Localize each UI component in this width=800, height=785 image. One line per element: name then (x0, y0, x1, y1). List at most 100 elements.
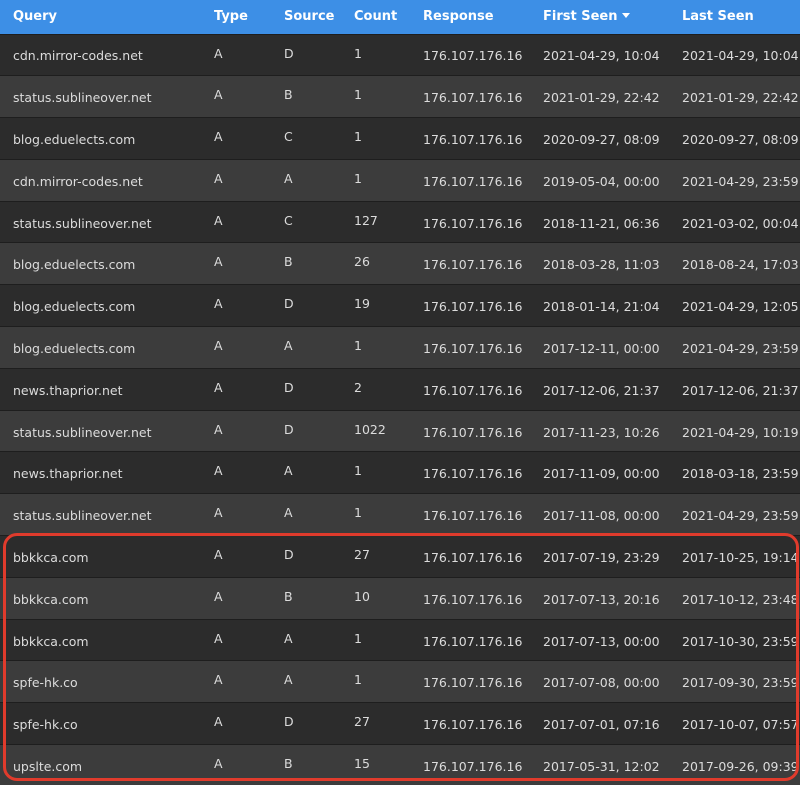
column-header-type[interactable]: Type (201, 0, 271, 34)
cell-type: A (214, 588, 223, 604)
cell-source: D (284, 379, 294, 395)
cell-type: A (214, 87, 223, 103)
cell-source: A (284, 338, 293, 354)
column-header-count[interactable]: Count (341, 0, 410, 34)
cell-first-seen: 2017-07-13, 00:00 (543, 633, 660, 649)
table-row[interactable]: cdn.mirror-codes.net A A 1 176.107.176.16 201… (0, 159, 800, 202)
cell-type: A (214, 170, 223, 186)
column-header-query[interactable]: Query (0, 0, 201, 34)
cell-response: 176.107.176.16 (423, 299, 523, 315)
cell-source: B (284, 87, 293, 103)
cell-response: 176.107.176.16 (423, 48, 523, 64)
cell-source: A (284, 672, 293, 688)
cell-count: 27 (354, 547, 370, 563)
cell-last-seen: 2017-12-06, 21:37 (682, 382, 799, 398)
cell-type: A (214, 254, 223, 270)
cell-type: A (214, 129, 223, 145)
cell-first-seen: 2021-04-29, 10:04 (543, 48, 660, 64)
cell-query: cdn.mirror-codes.net (13, 48, 143, 64)
table-row[interactable]: blog.eduelects.com A B 26 176.107.176.16 2018… (0, 242, 800, 285)
cell-first-seen: 2017-11-08, 00:00 (543, 508, 660, 524)
table-row[interactable]: status.sublineover.net A C 127 176.107.176.1… (0, 201, 800, 243)
table-row[interactable]: spfe-hk.co A A 1 176.107.176.16 2017-07-08, 0… (0, 660, 800, 703)
cell-query: status.sublineover.net (13, 424, 152, 440)
cell-count: 1 (354, 672, 362, 688)
cell-count: 2 (354, 379, 362, 395)
cell-last-seen: 2017-09-26, 09:39 (682, 759, 799, 775)
cell-type: A (214, 463, 223, 479)
cell-count: 1 (354, 630, 362, 646)
cell-source: A (284, 463, 293, 479)
column-header-source[interactable]: Source (271, 0, 341, 34)
column-header-first-seen[interactable]: First Seen (530, 0, 669, 34)
cell-source: A (284, 170, 293, 186)
cell-last-seen: 2017-10-30, 23:59 (682, 633, 799, 649)
column-header-label: Type (214, 9, 248, 25)
cell-response: 176.107.176.16 (423, 466, 523, 482)
column-header-response[interactable]: Response (410, 0, 530, 34)
cell-response: 176.107.176.16 (423, 424, 523, 440)
cell-first-seen: 2018-01-14, 21:04 (543, 299, 660, 315)
cell-source: C (284, 212, 293, 228)
table-row[interactable]: news.thaprior.net A D 2 176.107.176.16 2017-1… (0, 368, 800, 411)
cell-query: upslte.com (13, 759, 83, 775)
table-row[interactable]: bbkkca.com A B 10 176.107.176.16 2017-07-13, … (0, 577, 800, 620)
cell-source: A (284, 630, 293, 646)
cell-first-seen: 2017-07-08, 00:00 (543, 675, 660, 691)
cell-last-seen: 2021-03-02, 00:04 (682, 215, 799, 231)
cell-response: 176.107.176.16 (423, 90, 523, 106)
cell-first-seen: 2017-07-01, 07:16 (543, 717, 660, 733)
cell-type: A (214, 714, 223, 730)
column-header-last-seen[interactable]: Last Seen (669, 0, 800, 34)
cell-source: A (284, 505, 293, 521)
table-row[interactable]: bbkkca.com A A 1 176.107.176.16 2017-07-13, 0… (0, 619, 800, 661)
table-row[interactable]: status.sublineover.net A D 1022 176.107.176.… (0, 410, 800, 452)
cell-count: 27 (354, 714, 370, 730)
cell-query: blog.eduelects.com (13, 340, 136, 356)
cell-last-seen: 2018-08-24, 17:03 (682, 257, 799, 273)
column-header-label: Last Seen (682, 9, 754, 25)
cell-first-seen: 2017-11-09, 00:00 (543, 466, 660, 482)
table-row[interactable]: blog.eduelects.com A A 1 176.107.176.16 2017-… (0, 326, 800, 369)
table-row[interactable]: status.sublineover.net A B 1 176.107.176.16 2… (0, 75, 800, 118)
cell-response: 176.107.176.16 (423, 340, 523, 356)
table-body: cdn.mirror-codes.net A D 1 176.107.176.16 202… (0, 34, 800, 785)
cell-count: 1 (354, 45, 362, 61)
cell-response: 176.107.176.16 (423, 257, 523, 273)
cell-source: B (284, 756, 293, 772)
cell-count: 1 (354, 87, 362, 103)
cell-type: A (214, 338, 223, 354)
cell-query: status.sublineover.net (13, 508, 152, 524)
table-row[interactable]: news.thaprior.net A A 1 176.107.176.16 2017-1… (0, 451, 800, 494)
cell-last-seen: 2021-04-29, 10:19 (682, 424, 799, 440)
column-header-label: Response (423, 9, 494, 25)
cell-count: 19 (354, 296, 370, 312)
cell-count: 15 (354, 756, 370, 772)
table-row[interactable]: blog.eduelects.com A C 1 176.107.176.16 2020-… (0, 117, 800, 160)
cell-first-seen: 2017-05-31, 12:02 (543, 759, 660, 775)
cell-source: D (284, 45, 294, 61)
column-header-label: First Seen (543, 9, 618, 25)
table-row[interactable]: upslte.com A B 15 176.107.176.16 2017-05-31, … (0, 744, 800, 785)
table-row[interactable]: spfe-hk.co A D 27 176.107.176.16 2017-07-01, … (0, 702, 800, 745)
cell-response: 176.107.176.16 (423, 131, 523, 147)
cell-query: blog.eduelects.com (13, 131, 136, 147)
table-row[interactable]: status.sublineover.net A A 1 176.107.176.16 2… (0, 493, 800, 536)
cell-query: bbkkca.com (13, 549, 89, 565)
cell-type: A (214, 45, 223, 61)
cell-query: status.sublineover.net (13, 215, 152, 231)
cell-source: B (284, 588, 293, 604)
cell-count: 1 (354, 463, 362, 479)
cell-last-seen: 2018-03-18, 23:59 (682, 466, 799, 482)
table-row[interactable]: bbkkca.com A D 27 176.107.176.16 2017-07-19, … (0, 535, 800, 578)
cell-last-seen: 2017-10-25, 19:14 (682, 549, 799, 565)
table-row[interactable]: cdn.mirror-codes.net A D 1 176.107.176.16 202… (0, 34, 800, 76)
cell-type: A (214, 630, 223, 646)
cell-type: A (214, 212, 223, 228)
cell-last-seen: 2021-01-29, 22:42 (682, 90, 799, 106)
cell-source: D (284, 296, 294, 312)
cell-type: A (214, 421, 223, 437)
cell-first-seen: 2021-01-29, 22:42 (543, 90, 660, 106)
table-row[interactable]: blog.eduelects.com A D 19 176.107.176.16 2018… (0, 284, 800, 327)
cell-type: A (214, 756, 223, 772)
